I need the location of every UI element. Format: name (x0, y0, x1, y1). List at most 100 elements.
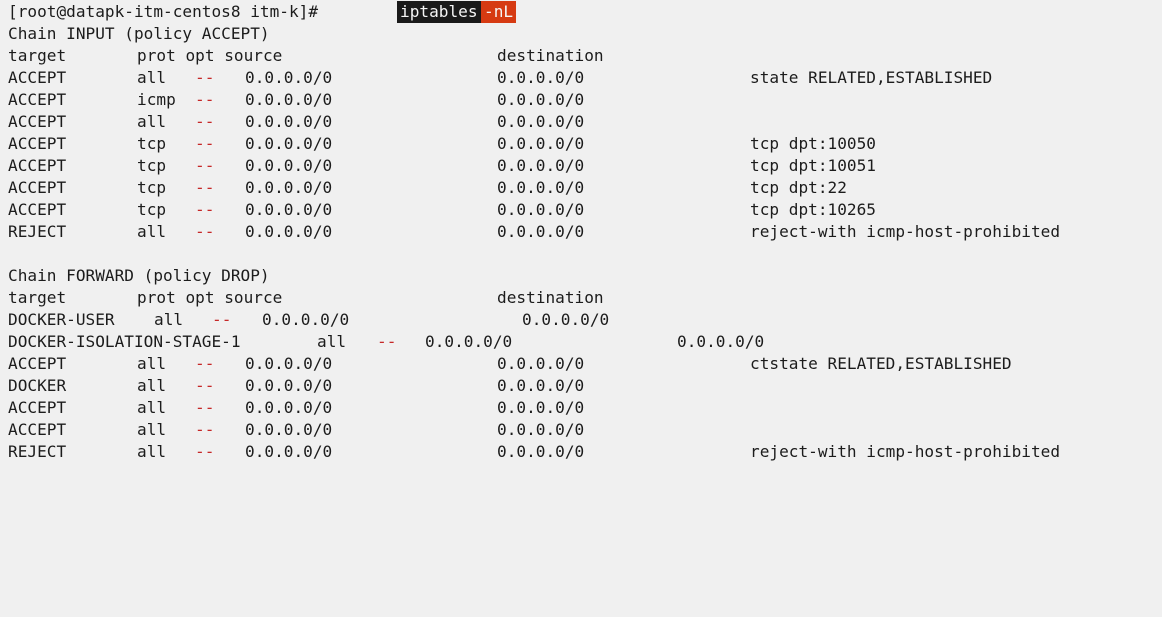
rule-prot: tcp (137, 200, 167, 219)
rule-source: 0.0.0.0/0 (245, 178, 333, 197)
rule-prot: all (154, 310, 184, 329)
rule-target: REJECT (8, 222, 67, 241)
rule-prot: tcp (137, 156, 167, 175)
rule-source: 0.0.0.0/0 (245, 398, 333, 417)
rule-extra: reject-with icmp-host-prohibited (750, 222, 1061, 241)
rule-destination: 0.0.0.0/0 (497, 112, 585, 131)
rule-destination: 0.0.0.0/0 (497, 178, 585, 197)
rule-target: ACCEPT (8, 420, 67, 439)
rule-destination: 0.0.0.0/0 (497, 442, 585, 461)
rule-opt: -- (377, 332, 397, 351)
rule-prot: all (137, 376, 167, 395)
rule-row: ACCEPT tcp -- 0.0.0.0/0 0.0.0.0/0 tcp dp… (0, 155, 1162, 177)
rule-prot: all (137, 112, 167, 131)
rule-prot: all (137, 222, 167, 241)
rule-target: DOCKER-USER (8, 310, 115, 329)
rule-source: 0.0.0.0/0 (262, 310, 350, 329)
rule-target: ACCEPT (8, 134, 67, 153)
column-header-input: target prot opt source destination (0, 45, 1162, 67)
rule-destination: 0.0.0.0/0 (497, 134, 585, 153)
rule-target: ACCEPT (8, 398, 67, 417)
header-destination: destination (497, 46, 604, 65)
rule-target: DOCKER (8, 376, 67, 395)
rule-source: 0.0.0.0/0 (245, 134, 333, 153)
rule-row: ACCEPT all -- 0.0.0.0/0 0.0.0.0/0 (0, 419, 1162, 441)
rule-row: ACCEPT tcp -- 0.0.0.0/0 0.0.0.0/0 tcp dp… (0, 199, 1162, 221)
rule-destination: 0.0.0.0/0 (497, 376, 585, 395)
chain-title-forward: Chain FORWARD (policy DROP) (8, 266, 270, 285)
rule-target: ACCEPT (8, 90, 67, 109)
rule-target: ACCEPT (8, 156, 67, 175)
rule-row: ACCEPT icmp -- 0.0.0.0/0 0.0.0.0/0 (0, 89, 1162, 111)
terminal-window[interactable]: [root@datapk-itm-centos8 itm-k]# iptable… (0, 0, 1162, 496)
rule-opt: -- (195, 134, 215, 153)
rule-destination: 0.0.0.0/0 (497, 420, 585, 439)
rule-row: ACCEPT tcp -- 0.0.0.0/0 0.0.0.0/0 tcp dp… (0, 177, 1162, 199)
shell-prompt: [root@datapk-itm-centos8 itm-k]# (8, 2, 319, 21)
rule-opt: -- (195, 442, 215, 461)
rule-row: ACCEPT tcp -- 0.0.0.0/0 0.0.0.0/0 tcp dp… (0, 133, 1162, 155)
command-text: iptables (397, 1, 481, 23)
rule-destination: 0.0.0.0/0 (522, 310, 610, 329)
header-prot-opt-source: prot opt source (137, 46, 283, 65)
rule-opt: -- (195, 200, 215, 219)
rule-extra: state RELATED,ESTABLISHED (750, 68, 993, 87)
command-flag: -nL (481, 1, 517, 23)
rule-target: ACCEPT (8, 68, 67, 87)
rule-prot: all (137, 420, 167, 439)
rule-row: REJECT all -- 0.0.0.0/0 0.0.0.0/0 reject… (0, 221, 1162, 243)
rule-source: 0.0.0.0/0 (245, 354, 333, 373)
rule-row: ACCEPT all -- 0.0.0.0/0 0.0.0.0/0 (0, 397, 1162, 419)
rule-row: DOCKER all -- 0.0.0.0/0 0.0.0.0/0 (0, 375, 1162, 397)
rule-source: 0.0.0.0/0 (245, 222, 333, 241)
rule-source: 0.0.0.0/0 (245, 112, 333, 131)
rule-row: REJECT all -- 0.0.0.0/0 0.0.0.0/0 reject… (0, 441, 1162, 463)
rule-target: REJECT (8, 442, 67, 461)
rule-row: DOCKER-USER all -- 0.0.0.0/0 0.0.0.0/0 (0, 309, 1162, 331)
rule-target: DOCKER-ISOLATION-STAGE-1 (8, 332, 241, 351)
rule-prot: all (137, 68, 167, 87)
rule-target: ACCEPT (8, 354, 67, 373)
rule-prot: all (137, 398, 167, 417)
rule-source: 0.0.0.0/0 (245, 156, 333, 175)
chain-title-input: Chain INPUT (policy ACCEPT) (8, 24, 270, 43)
rule-opt: -- (212, 310, 232, 329)
rule-prot: tcp (137, 134, 167, 153)
column-header-forward: target prot opt source destination (0, 287, 1162, 309)
rule-target: ACCEPT (8, 112, 67, 131)
rule-destination: 0.0.0.0/0 (497, 354, 585, 373)
rule-prot: tcp (137, 178, 167, 197)
rule-prot: all (137, 354, 167, 373)
rule-source: 0.0.0.0/0 (245, 90, 333, 109)
rule-destination: 0.0.0.0/0 (497, 156, 585, 175)
rule-opt: -- (195, 178, 215, 197)
rule-prot: all (137, 442, 167, 461)
rule-opt: -- (195, 354, 215, 373)
header-target: target (8, 288, 67, 307)
header-target: target (8, 46, 67, 65)
rule-destination: 0.0.0.0/0 (497, 90, 585, 109)
rule-extra: tcp dpt:10051 (750, 156, 876, 175)
rule-prot: all (317, 332, 347, 351)
rule-source: 0.0.0.0/0 (245, 420, 333, 439)
rule-source: 0.0.0.0/0 (245, 200, 333, 219)
rule-row: ACCEPT all -- 0.0.0.0/0 0.0.0.0/0 state … (0, 67, 1162, 89)
rule-source: 0.0.0.0/0 (245, 376, 333, 395)
rule-opt: -- (195, 398, 215, 417)
rule-opt: -- (195, 90, 215, 109)
rule-destination: 0.0.0.0/0 (497, 200, 585, 219)
rule-opt: -- (195, 376, 215, 395)
rule-opt: -- (195, 420, 215, 439)
rule-row: ACCEPT all -- 0.0.0.0/0 0.0.0.0/0 (0, 111, 1162, 133)
rule-row: DOCKER-ISOLATION-STAGE-1 all -- 0.0.0.0/… (0, 331, 1162, 353)
rule-source: 0.0.0.0/0 (245, 442, 333, 461)
rule-destination: 0.0.0.0/0 (497, 68, 585, 87)
header-destination: destination (497, 288, 604, 307)
rule-opt: -- (195, 68, 215, 87)
rule-target: ACCEPT (8, 178, 67, 197)
rule-source: 0.0.0.0/0 (245, 68, 333, 87)
rule-prot: icmp (137, 90, 176, 109)
rule-extra: tcp dpt:10050 (750, 134, 876, 153)
rule-target: ACCEPT (8, 200, 67, 219)
